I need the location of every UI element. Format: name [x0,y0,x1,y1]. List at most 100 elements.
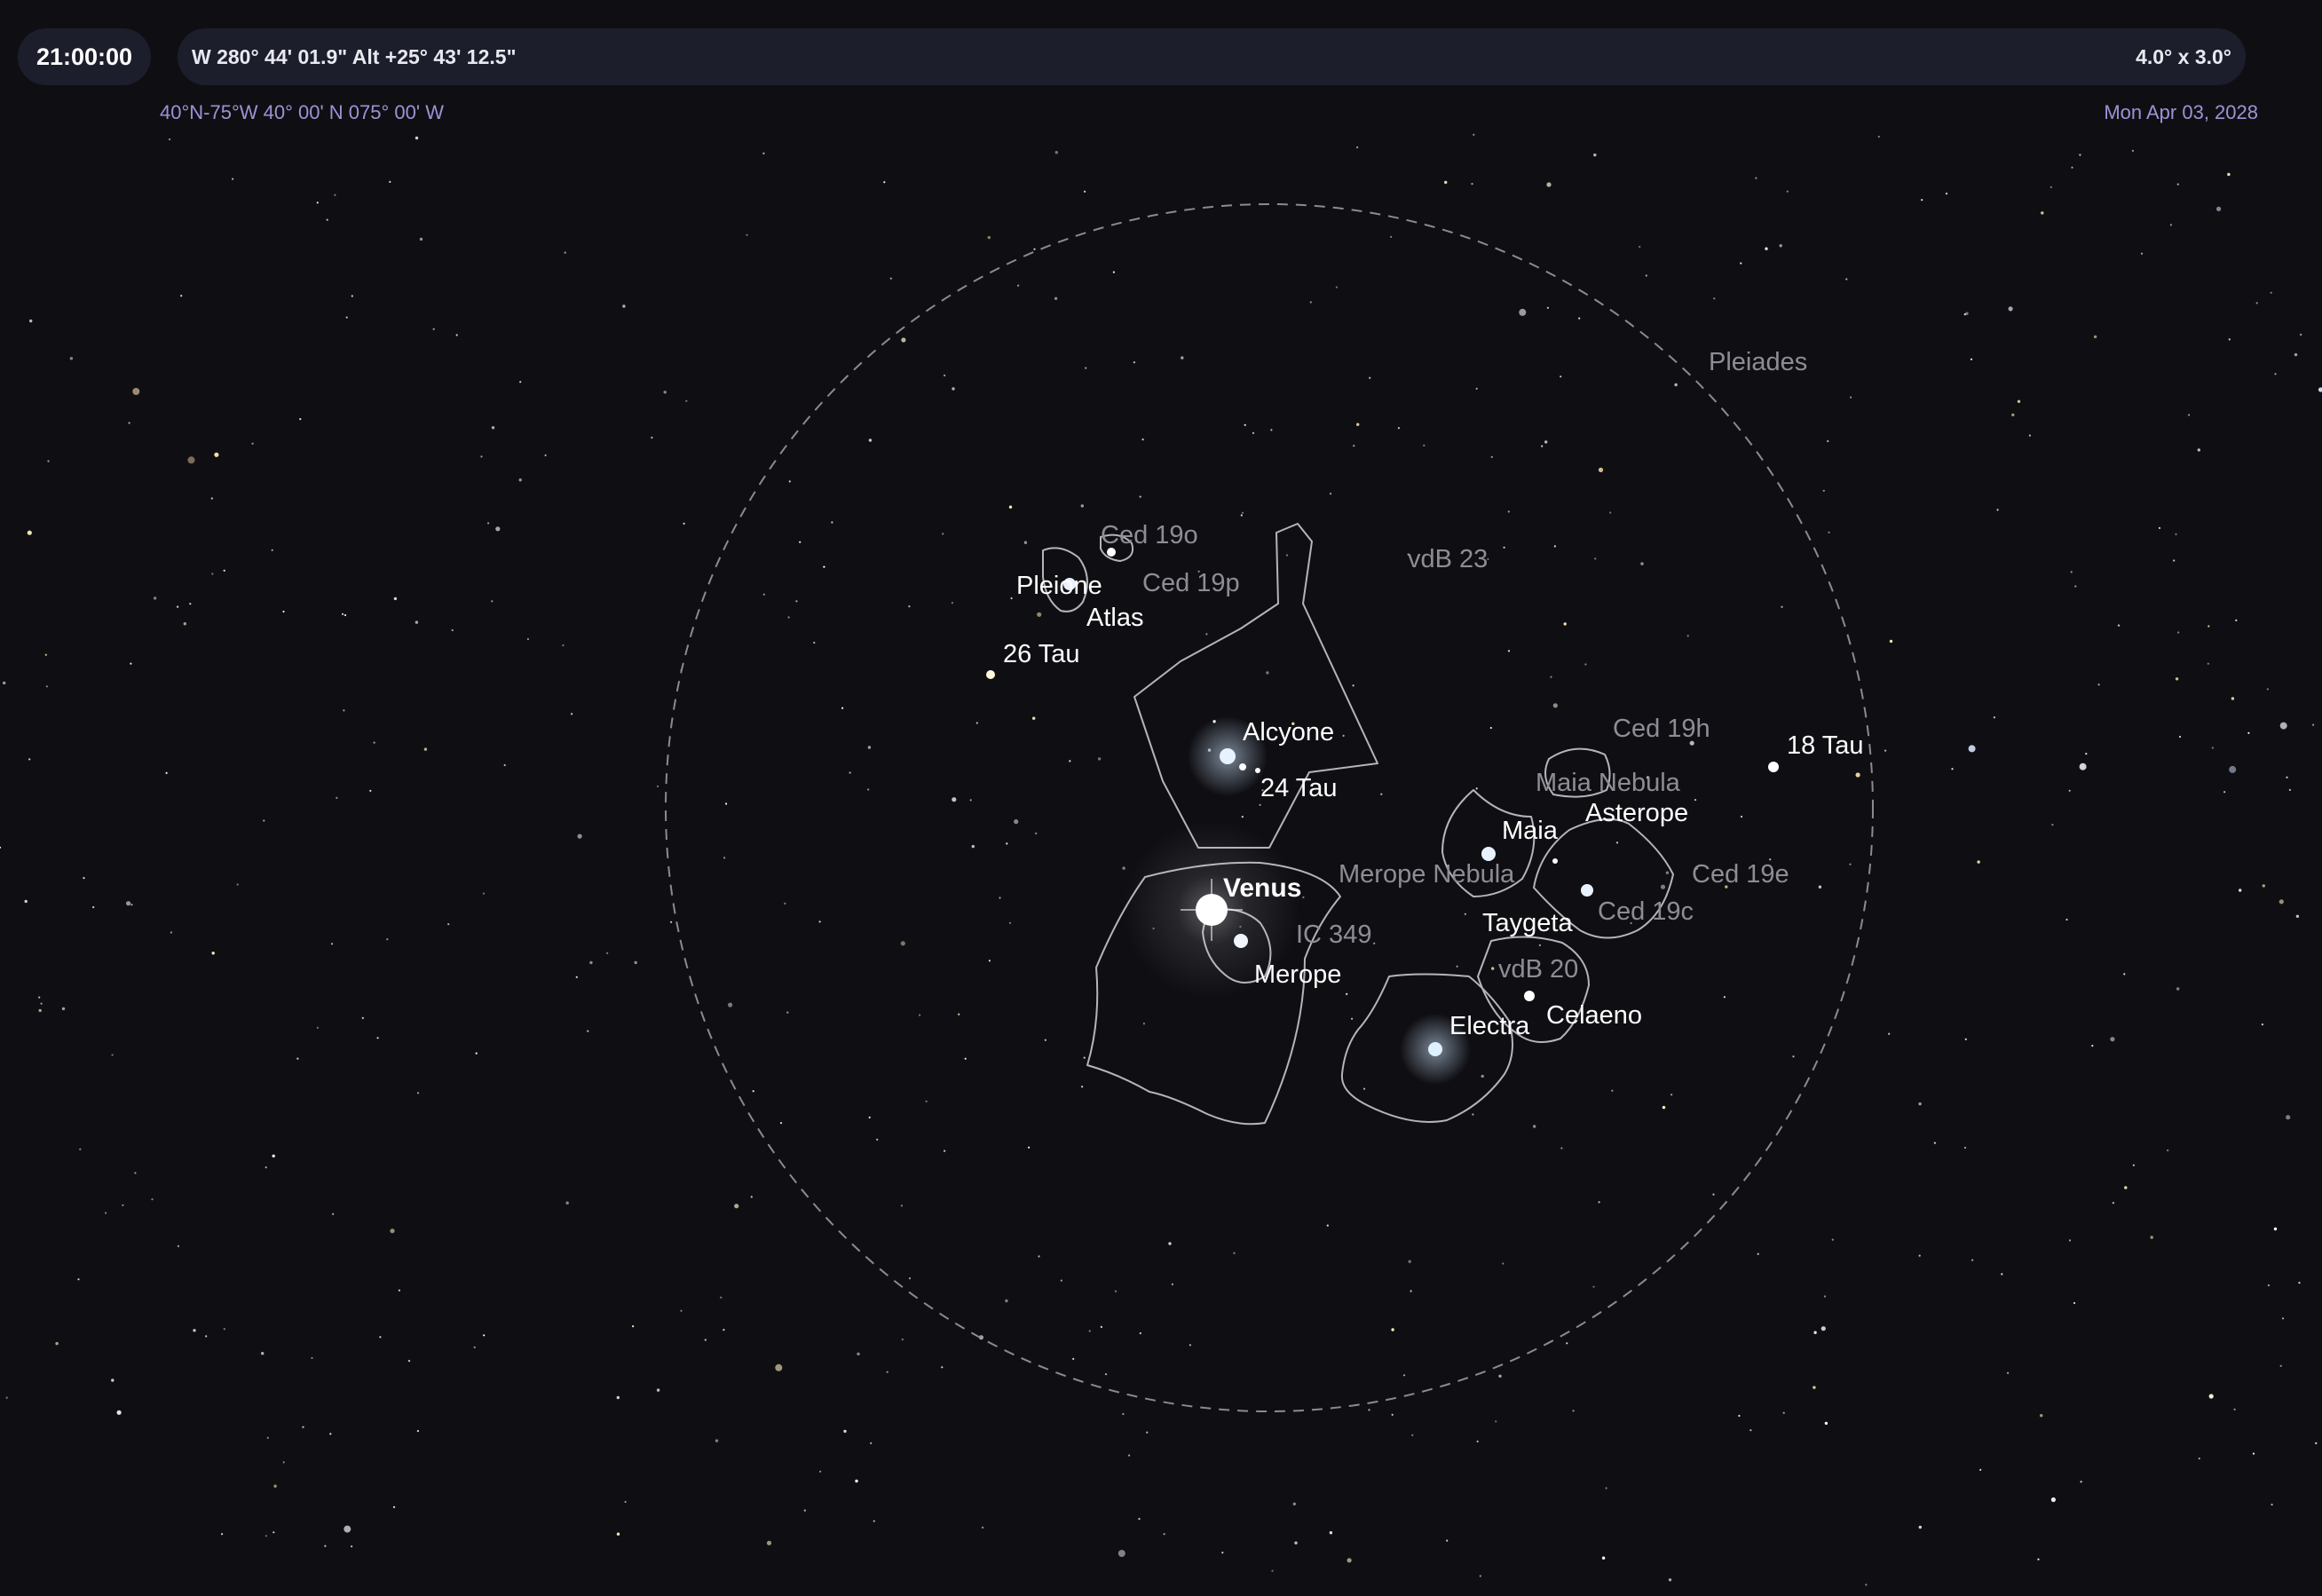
background-star [883,181,886,184]
background-star [900,1205,904,1207]
star-asterope[interactable] [1581,884,1593,897]
label-maia-nebula[interactable]: Maia Nebula [1536,769,1681,797]
background-star [1118,1550,1125,1557]
label-ced-19o[interactable]: Ced 19o [1101,521,1198,549]
observation-date[interactable]: Mon Apr 03, 2028 [2104,101,2258,124]
background-star [1083,1056,1086,1059]
background-star [2207,625,2210,628]
label-ced-19p[interactable]: Ced 19p [1142,569,1240,597]
background-star [1933,1142,1936,1144]
background-star [2175,533,2177,536]
background-star [223,1328,225,1331]
star-celaeno[interactable] [1524,991,1535,1001]
star-24-tau-b[interactable] [1255,768,1260,773]
background-star [211,952,215,955]
label-24-tau[interactable]: 24 Tau [1260,774,1338,802]
sky-chart[interactable]: Pleiades Ced 19o Ced 19p Pleione Atlas 2… [0,0,2322,1596]
star-18-tau[interactable] [1768,762,1779,772]
star-electra[interactable] [1428,1042,1442,1056]
background-star [685,399,688,402]
label-vdb-23[interactable]: vdB 23 [1408,545,1488,573]
pointer-coordinates: W 280° 44' 01.9" Alt +25° 43' 12.5" [192,45,517,68]
star-maia[interactable] [1481,847,1496,861]
background-star [1855,772,1860,778]
background-star [1285,554,1289,557]
info-bar[interactable]: W 280° 44' 01.9" Alt +25° 43' 12.5" 4.0°… [178,28,2246,85]
background-star [562,644,565,647]
background-star [415,620,419,624]
background-star [482,892,486,895]
background-star [1979,1468,1982,1471]
background-star [1391,1328,1394,1331]
label-celaeno[interactable]: Celaeno [1546,1001,1642,1030]
background-star [1598,1201,1600,1204]
star-alcyone[interactable] [1220,748,1236,764]
label-electra[interactable]: Electra [1449,1012,1530,1040]
label-vdb-20[interactable]: vdB 20 [1498,955,1578,984]
label-maia[interactable]: Maia [1502,817,1559,845]
label-ced-19e[interactable]: Ced 19e [1692,860,1789,889]
background-star [1128,1454,1131,1457]
background-star [334,194,336,196]
background-star [28,758,31,761]
background-star [2140,252,2144,255]
label-ced-19h[interactable]: Ced 19h [1613,715,1710,743]
background-star [1369,376,1371,379]
star-merope[interactable] [1234,934,1248,948]
background-star [1122,866,1125,870]
background-star [2315,1442,2318,1444]
label-asterope[interactable]: Asterope [1585,799,1688,827]
background-star [577,834,582,839]
label-26-tau[interactable]: 26 Tau [1003,640,1080,668]
background-star [1014,819,1019,825]
label-venus[interactable]: Venus [1223,873,1301,903]
background-star [616,1532,620,1536]
background-star [271,549,273,551]
background-star [1884,749,1887,752]
background-star [393,597,398,601]
background-star [795,600,798,603]
field-of-view[interactable]: 4.0° x 3.0° [2136,45,2231,69]
background-star [1831,1238,1834,1241]
background-star [1302,896,1305,899]
label-pleione[interactable]: Pleione [1016,572,1102,600]
background-star [901,1338,904,1341]
background-star [2050,186,2052,188]
label-merope-nebula[interactable]: Merope Nebula [1339,860,1515,889]
background-star [343,709,345,712]
star-24-tau[interactable] [1239,763,1246,770]
time-display[interactable]: 21:00:00 [18,28,151,85]
background-star [2216,206,2222,211]
background-star [2286,776,2288,778]
background-star [2050,1497,2056,1503]
background-star [2176,183,2179,186]
background-star [725,802,728,805]
background-star [1112,271,1115,273]
background-star [2294,352,2298,357]
background-star [1865,1584,1868,1586]
background-star [1877,135,1880,138]
label-18-tau[interactable]: 18 Tau [1787,731,1864,760]
label-taygeta[interactable]: Taygeta [1482,909,1573,937]
background-star [2262,884,2265,888]
label-atlas[interactable]: Atlas [1086,604,1143,632]
label-merope[interactable]: Merope [1254,960,1341,989]
background-star [392,1505,396,1508]
label-ic-349[interactable]: IC 349 [1296,920,1371,949]
background-star [775,1363,783,1371]
background-star [1481,1074,1484,1078]
background-star [1964,1038,1967,1040]
label-ced-19c[interactable]: Ced 19c [1598,897,1694,926]
background-star [128,422,130,424]
background-star [2080,1481,2082,1483]
background-star [1977,860,1980,864]
background-star [519,381,522,383]
label-alcyone[interactable]: Alcyone [1243,718,1334,747]
star-26-tau[interactable] [986,670,995,679]
background-star [1662,1105,1666,1110]
star-taygeta[interactable] [1552,858,1558,864]
label-pleiades[interactable]: Pleiades [1709,348,1807,376]
background-star [831,521,833,524]
observer-location[interactable]: 40°N-75°W 40° 00' N 075° 00' W [160,101,444,124]
background-star [723,1329,725,1331]
